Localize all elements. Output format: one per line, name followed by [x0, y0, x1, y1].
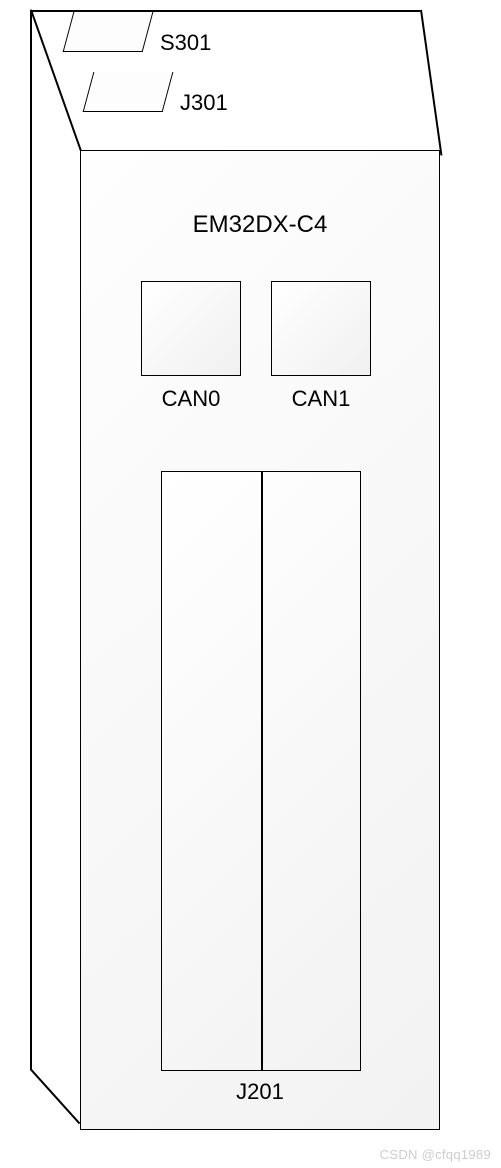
box-front-face: EM32DX-C4 CAN0 CAN1 J201: [80, 150, 440, 1130]
can0-port: [141, 281, 241, 376]
can1-label: CAN1: [271, 386, 371, 412]
box-diag-bottom-left: [30, 1069, 80, 1124]
box-top-face: S301 J301: [30, 10, 470, 150]
slot-s301: [63, 12, 154, 52]
j201-label: J201: [81, 1079, 439, 1105]
slot-j301: [83, 72, 174, 112]
box-left-edge: [30, 10, 32, 1070]
slot-j301-label: J301: [180, 90, 228, 116]
j201-divider: [261, 472, 263, 1070]
can0-label: CAN0: [141, 386, 241, 412]
module-diagram: S301 J301 EM32DX-C4 CAN0 CAN1 J201: [30, 10, 470, 1140]
watermark: CSDN @cfqq1989: [380, 1147, 491, 1162]
slot-s301-label: S301: [160, 30, 211, 56]
can1-port: [271, 281, 371, 376]
module-name: EM32DX-C4: [81, 211, 439, 239]
j201-connector: [161, 471, 361, 1071]
